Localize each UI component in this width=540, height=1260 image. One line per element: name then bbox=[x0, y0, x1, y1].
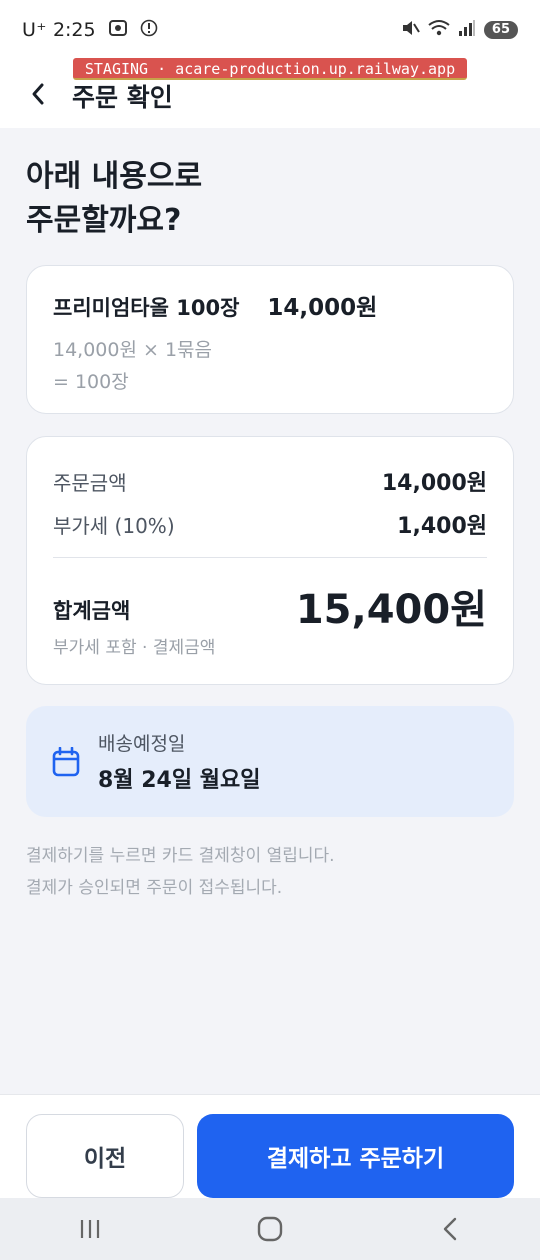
bottom-action-bar: 이전 결제하고 주문하기 bbox=[0, 1094, 540, 1198]
info-icon bbox=[140, 19, 158, 42]
status-bar: U⁺ 2:25 65 bbox=[0, 0, 540, 60]
wifi-icon bbox=[428, 19, 450, 42]
mute-icon bbox=[400, 18, 420, 43]
item-detail-line1: 14,000원 × 1묶음 bbox=[53, 339, 213, 361]
main-title: 아래 내용으로 주문할까요? bbox=[26, 155, 506, 243]
vat-row: 부가세 (10%) 1,400원 bbox=[53, 508, 487, 540]
staging-banner: STAGING · acare-production.up.railway.ap… bbox=[73, 58, 467, 80]
price-summary-card: 주문금액 14,000원 부가세 (10%) 1,400원 합계금액 부가세 포… bbox=[26, 436, 514, 685]
back-icon bbox=[443, 1217, 457, 1241]
vat-label: 부가세 (10%) bbox=[53, 513, 175, 538]
notice-line2: 결제가 승인되면 주문이 접수됩니다. bbox=[26, 878, 283, 898]
signal-icon bbox=[458, 19, 476, 42]
chevron-left-icon bbox=[32, 83, 44, 105]
recent-apps-button[interactable] bbox=[60, 1207, 120, 1251]
payment-notice: 결제하기를 누르면 카드 결제창이 열립니다. 결제가 승인되면 주문이 접수됩… bbox=[26, 840, 516, 904]
item-price: 14,000원 bbox=[267, 295, 378, 321]
vat-value: 1,400원 bbox=[397, 514, 487, 539]
recent-apps-icon bbox=[80, 1220, 100, 1238]
screenshot-icon bbox=[108, 18, 128, 43]
order-item-card: 프리미엄타올 100장 14,000원 14,000원 × 1묶음 = 100장 bbox=[26, 265, 514, 414]
delivery-label: 배송예정일 bbox=[98, 733, 186, 755]
delivery-date: 8월 24일 월요일 bbox=[98, 768, 261, 793]
main-title-line1: 아래 내용으로 bbox=[26, 159, 203, 194]
order-amount-row: 주문금액 14,000원 bbox=[53, 465, 487, 497]
calendar-icon bbox=[52, 746, 80, 776]
summary-divider bbox=[53, 557, 487, 558]
order-amount-value: 14,000원 bbox=[381, 471, 487, 496]
delivery-date-card: 배송예정일 8월 24일 월요일 bbox=[26, 706, 514, 817]
total-value: 15,400원 bbox=[295, 587, 487, 633]
home-icon bbox=[257, 1216, 283, 1242]
page-title: 주문 확인 bbox=[72, 83, 173, 112]
back-button[interactable] bbox=[16, 72, 60, 116]
item-name: 프리미엄타올 100장 bbox=[53, 296, 240, 320]
status-time: 2:25 bbox=[52, 19, 96, 41]
notice-line1: 결제하기를 누르면 카드 결제창이 열립니다. bbox=[26, 846, 335, 866]
main-title-line2: 주문할까요? bbox=[26, 203, 182, 238]
total-subtext: 부가세 포함 · 결제금액 bbox=[53, 638, 216, 658]
item-detail: 14,000원 × 1묶음 = 100장 bbox=[53, 334, 487, 398]
prev-button[interactable]: 이전 bbox=[26, 1114, 184, 1198]
order-amount-label: 주문금액 bbox=[53, 470, 127, 495]
pay-and-order-button[interactable]: 결제하고 주문하기 bbox=[197, 1114, 514, 1198]
battery-icon: 65 bbox=[483, 21, 518, 39]
total-label: 합계금액 bbox=[53, 599, 131, 623]
carrier-label: U⁺ bbox=[22, 19, 47, 41]
home-button[interactable] bbox=[240, 1207, 300, 1251]
item-detail-line2: = 100장 bbox=[53, 371, 129, 393]
back-nav-button[interactable] bbox=[420, 1207, 480, 1251]
system-nav-bar bbox=[0, 1198, 540, 1260]
